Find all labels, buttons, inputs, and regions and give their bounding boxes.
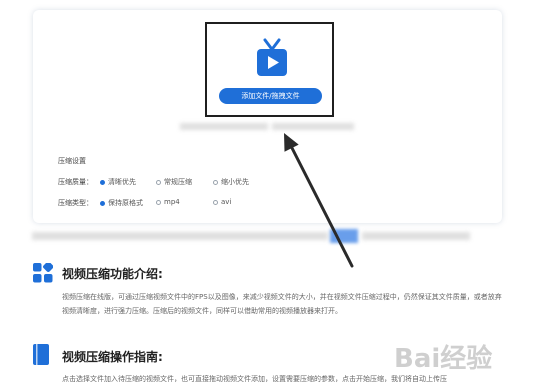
grid-apps-icon bbox=[33, 263, 53, 283]
watermark-text: Bai经验 bbox=[394, 344, 493, 374]
annotation-arrow bbox=[284, 133, 354, 268]
book-icon bbox=[33, 344, 49, 365]
guide-title: 视频压缩操作指南: bbox=[62, 350, 163, 364]
intro-title: 视频压缩功能介绍: bbox=[62, 267, 163, 281]
baidu-watermark: Bai经验 bbox=[394, 338, 492, 375]
intro-text: 视频压缩在线版，可通过压缩视频文件中的FPS以及图像，来减少视频文件的大小，并在… bbox=[62, 293, 502, 315]
